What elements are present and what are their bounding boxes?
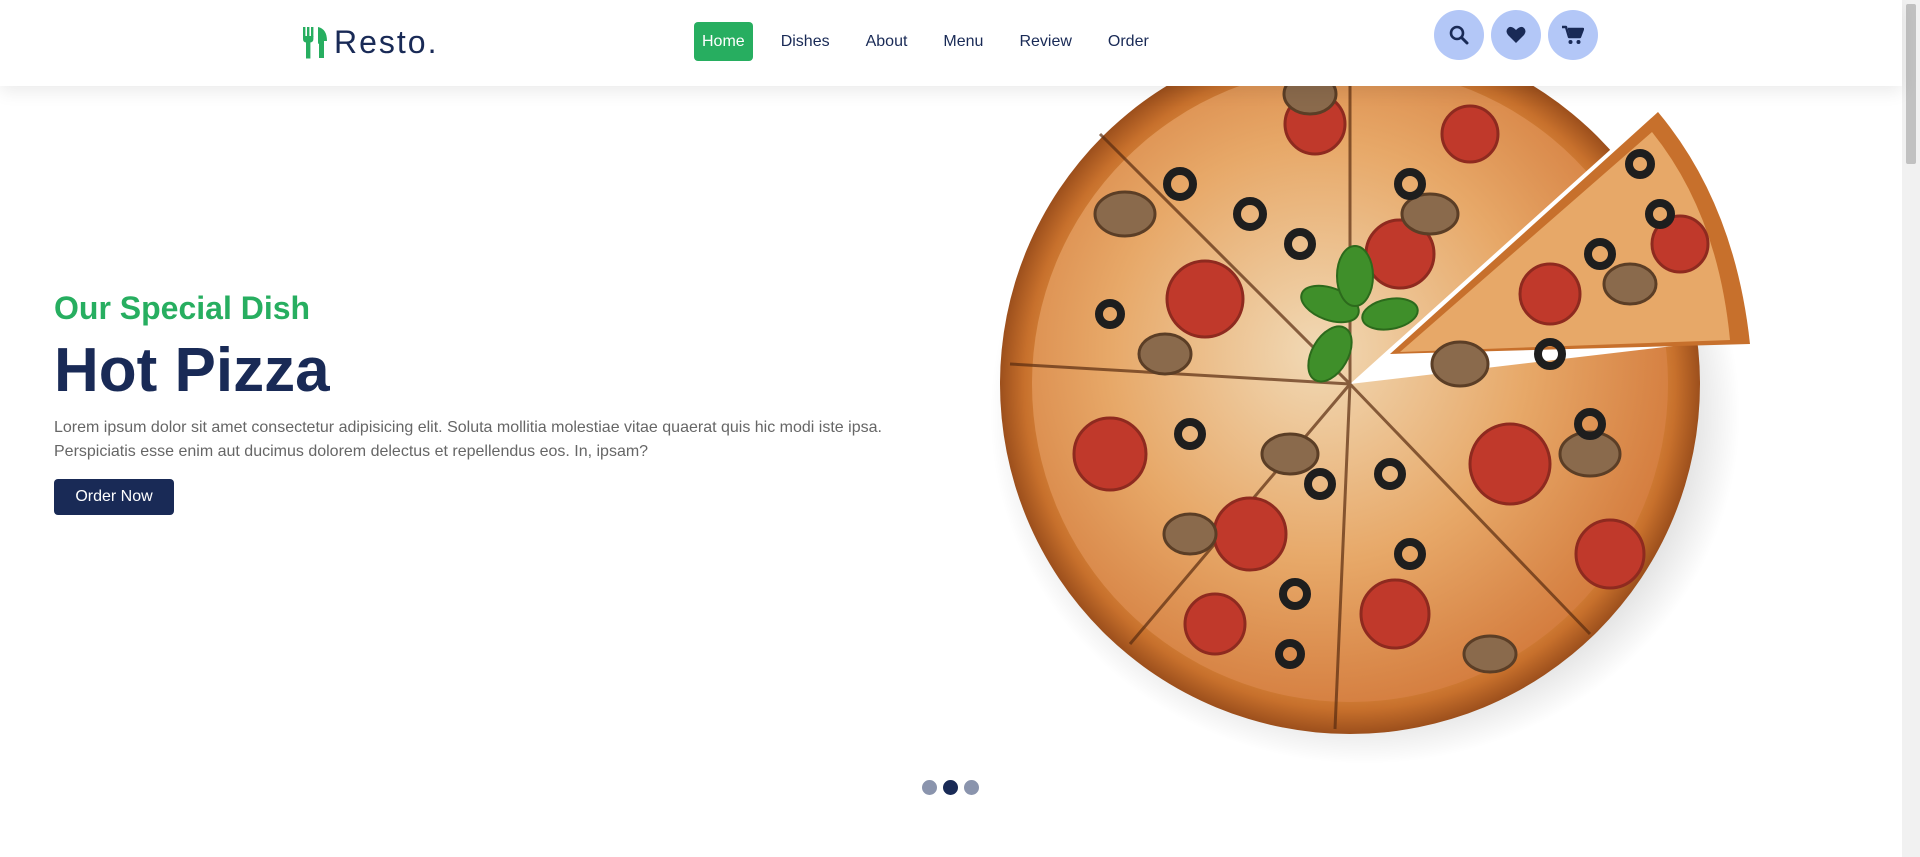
pizza-image — [990, 14, 1790, 774]
nav-about[interactable]: About — [858, 22, 916, 61]
search-icon — [1449, 25, 1469, 45]
nav-order[interactable]: Order — [1100, 22, 1157, 61]
header-icons — [1434, 10, 1598, 60]
favorites-button[interactable] — [1491, 10, 1541, 60]
nav-menu[interactable]: Menu — [935, 22, 991, 61]
logo[interactable]: Resto. — [302, 24, 438, 61]
order-now-button[interactable]: Order Now — [54, 479, 174, 515]
hero-description: Lorem ipsum dolor sit amet consectetur a… — [54, 416, 914, 464]
utensils-icon — [303, 26, 327, 58]
site-header: Resto. Home Dishes About Menu Review Ord… — [0, 0, 1902, 86]
logo-text: Resto. — [334, 24, 439, 60]
scrollbar-thumb[interactable] — [1906, 4, 1916, 164]
cart-button[interactable] — [1548, 10, 1598, 60]
slider-dot-1[interactable] — [922, 780, 937, 795]
search-button[interactable] — [1434, 10, 1484, 60]
hero-subtitle: Our Special Dish — [54, 290, 311, 326]
nav-dishes[interactable]: Dishes — [773, 22, 838, 61]
main-nav: Home Dishes About Menu Review Order — [694, 22, 1177, 61]
hero-title: Hot Pizza — [54, 336, 330, 405]
heart-icon — [1506, 26, 1526, 43]
slider-dot-2[interactable] — [943, 780, 958, 795]
slider-dots — [922, 780, 979, 795]
nav-review[interactable]: Review — [1011, 22, 1079, 61]
page-scrollbar[interactable] — [1902, 0, 1920, 857]
nav-home[interactable]: Home — [694, 22, 753, 61]
hero-description-line-1: Lorem ipsum dolor sit amet consectetur a… — [54, 419, 882, 436]
hero-description-line-2: Perspiciatis esse enim aut ducimus dolor… — [54, 443, 649, 460]
cart-icon — [1562, 25, 1584, 44]
slider-dot-3[interactable] — [964, 780, 979, 795]
